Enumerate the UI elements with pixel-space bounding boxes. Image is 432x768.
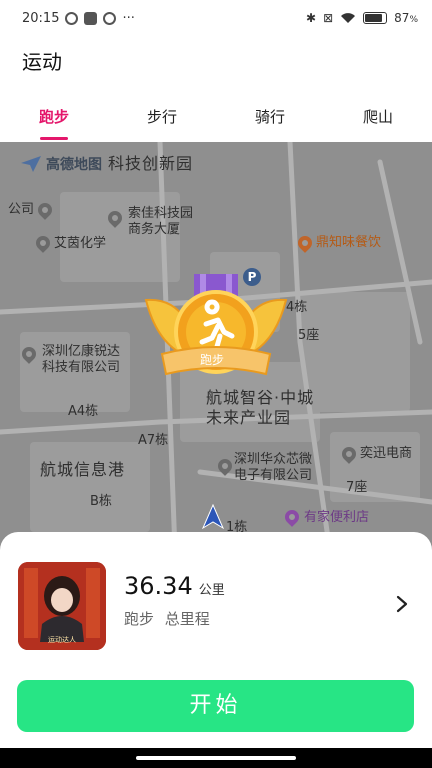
tab-hiking[interactable]: 爬山 (324, 92, 432, 142)
battery-icon (363, 12, 388, 24)
map-label-a7: A7栋 (138, 433, 169, 448)
map-label-suojia: 索佳科技园 商务大厦 (128, 206, 194, 238)
sport-tabs: 跑步 步行 骑行 爬山 (0, 92, 432, 142)
battery-percent: 87% (394, 11, 418, 25)
map-label-seat7: 7座 (346, 480, 368, 495)
distance-unit: 公里 (198, 583, 225, 598)
map-label-seat5: 5座 (298, 328, 320, 343)
app-header: 运动 (0, 36, 432, 84)
avatar-caption: 运动达人 (48, 636, 76, 644)
system-nav-bar (0, 748, 432, 768)
map-label-zhigu: 航城智谷·中城 未来产业园 (206, 388, 315, 427)
map-label-b: B栋 (90, 494, 112, 509)
status-bar: 20:15 ··· ✱ ⊠ 87% (0, 0, 432, 36)
map-label-aiyin: 艾茵化学 (54, 236, 107, 251)
status-time: 20:15 (22, 10, 60, 26)
more-notifications-icon: ··· (122, 10, 135, 26)
no-sim-icon: ⊠ (323, 11, 334, 25)
map-label-xinxigang: 航城信息港 (40, 460, 126, 479)
bluetooth-icon: ✱ (306, 11, 317, 25)
amap-logo: 高德地图 (20, 154, 102, 174)
tab-cycling[interactable]: 骑行 (216, 92, 324, 142)
map-label-a4: A4栋 (68, 404, 99, 419)
tab-walking[interactable]: 步行 (108, 92, 216, 142)
map-label-huazhong: 深圳华众芯微 电子有限公司 (234, 452, 313, 484)
map-label-youjia: 有家便利店 (304, 510, 370, 525)
wifi-icon (341, 13, 356, 23)
sport-type-label: 跑步 (124, 610, 155, 628)
user-avatar[interactable]: 运动达人 (18, 562, 106, 650)
app-notification-icon (65, 11, 79, 25)
location-arrow-icon (202, 504, 224, 530)
map-label-yixun: 奕迅电商 (360, 446, 413, 461)
total-distance-label: 总里程 (164, 610, 210, 628)
page-title: 运动 (22, 49, 62, 74)
medal-ribbon-label: 跑步 (200, 353, 225, 367)
running-medal-icon (144, 274, 288, 376)
total-distance: 36.34 公里 (124, 572, 225, 600)
distance-value: 36.34 (124, 572, 193, 600)
amap-logo-text: 高德地图 (46, 157, 102, 173)
map-label-company: 公司 (8, 202, 35, 217)
gallery-notification-icon (84, 11, 98, 25)
q-notification-icon (103, 11, 117, 25)
start-button[interactable]: 开始 (17, 680, 414, 732)
map-view[interactable]: 高德地图 科技创新园 公司 索佳科技园 商务大厦 艾茵化学 鼎知味餐饮 P 4栋… (0, 142, 432, 552)
map-label-dingzhiwei: 鼎知味餐饮 (316, 235, 382, 250)
tab-running[interactable]: 跑步 (0, 92, 108, 142)
map-label-yikang: 深圳亿康锐达 科技有限公司 (42, 344, 121, 376)
home-gesture-handle[interactable] (136, 756, 296, 760)
amap-logo-icon (21, 156, 41, 172)
map-label-park: 科技创新园 (108, 154, 194, 173)
distance-caption: 跑步 总里程 (124, 608, 210, 629)
summary-panel: 运动达人 36.34 公里 跑步 总里程 开始 (0, 532, 432, 768)
chevron-right-icon[interactable] (392, 594, 412, 614)
